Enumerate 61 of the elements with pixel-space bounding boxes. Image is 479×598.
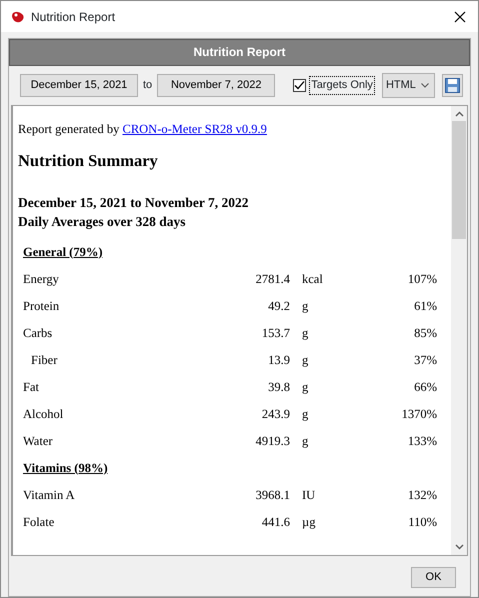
window-title: Nutrition Report [31,8,116,26]
nutrient-unit: g [302,352,308,367]
nutrient-percent: 66% [414,380,437,394]
nutrient-percent: 61% [414,298,437,313]
generator-link[interactable]: CRON-o-Meter SR28 v0.9.9 [122,122,267,136]
section-heading: Vitamins (98%) [23,460,108,475]
nutrient-unit: g [302,298,308,313]
start-date-field[interactable]: December 15, 2021 [20,74,138,97]
nutrient-unit: µg [302,514,316,529]
nutrient-name: Fat [23,378,39,396]
nutrient-amount: 153.7 [262,326,290,340]
nutrient-name: Folate [23,514,54,531]
nutrient-name: Water [23,432,53,450]
nutrient-percent: 132% [408,488,437,502]
nutrient-percent: 85% [414,326,437,340]
date-separator: to [143,78,152,94]
nutrient-percent: 107% [408,272,437,286]
nutrient-percent: 110% [408,514,437,529]
report-header: Nutrition Report [9,39,470,66]
targets-only-label[interactable]: Targets Only [310,77,374,94]
nutrient-amount: 4919.3 [256,434,290,448]
date-range-text: December 15, 2021 to November 7, 2022 [18,194,250,212]
save-button[interactable] [442,74,463,97]
nutrient-name: Vitamin A [23,486,75,504]
section-heading: General (79%) [23,244,102,259]
nutrient-name: Energy [23,270,59,288]
close-icon [454,10,466,22]
end-date-field[interactable]: November 7, 2022 [157,74,276,97]
averages-text: Daily Averages over 328 days [18,212,186,230]
app-icon [11,10,25,22]
floppy-icon [444,78,460,93]
format-dropdown[interactable]: HTML [382,73,435,98]
report-title: Nutrition Summary [18,150,159,172]
targets-only-checkbox[interactable] [293,79,306,92]
nutrient-unit: g [302,434,308,448]
nutrient-amount: 243.9 [262,406,290,421]
nutrient-unit: g [302,380,308,394]
nutrient-amount: 441.6 [262,514,290,529]
ok-button[interactable]: OK [411,567,456,588]
caret-icon [420,83,429,88]
nutrient-name: Protein [23,298,60,315]
nutrient-name: Fiber [31,352,58,369]
nutrient-percent: 133% [408,434,437,448]
nutrient-amount: 49.2 [268,298,290,313]
nutrient-amount: 2781.4 [256,272,290,286]
nutrient-unit: g [302,326,308,340]
scrollbar-thumb[interactable] [452,121,466,239]
nutrient-amount: 13.9 [268,352,290,367]
nutrient-unit: kcal [302,272,323,286]
scroll-up-icon[interactable] [454,111,464,117]
nutrient-amount: 3968.1 [256,488,290,502]
nutrient-name: Carbs [23,324,52,342]
nutrient-amount: 39.8 [268,380,290,394]
nutrient-percent: 37% [414,352,437,367]
scroll-down-icon[interactable] [454,544,464,550]
scrollbar[interactable] [451,106,467,555]
nutrient-unit: g [302,406,308,421]
nutrient-unit: IU [302,488,316,502]
nutrient-percent: 1370% [402,406,437,421]
generated-by-text: Report generated by CRON-o-Meter SR28 v0.9.9 [18,121,268,138]
nutrient-name: Alcohol [23,406,64,423]
